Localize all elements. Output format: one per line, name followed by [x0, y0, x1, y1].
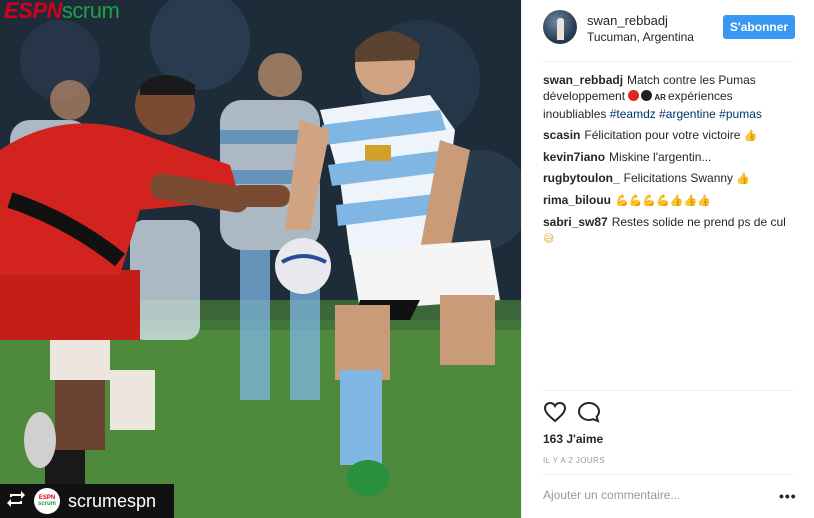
comment-text: Felicitations Swanny — [623, 171, 734, 185]
instagram-post: ESPNscrum ESPN scrum scrumespn swan_rebb… — [0, 0, 814, 518]
rugby-scene — [0, 0, 521, 518]
header-location[interactable]: Tucuman, Argentina — [587, 30, 694, 44]
repost-logo-scrum: scrum — [37, 501, 56, 507]
follow-button[interactable]: S'abonner — [723, 15, 795, 39]
hashtag-pumas[interactable]: #pumas — [719, 107, 762, 121]
comment-username[interactable]: sabri_sw87 — [543, 215, 608, 229]
thumbs-up-icon: 👍 — [736, 173, 751, 185]
repost-banner[interactable]: ESPN scrum scrumespn — [0, 484, 174, 518]
comment-text: Restes solide ne prend ps de cul — [611, 215, 786, 229]
comment-username[interactable]: kevin7iano — [543, 150, 605, 164]
comment-text: Félicitation pour votre victoire — [584, 128, 741, 142]
hashtag-argentine[interactable]: #argentine — [659, 107, 716, 121]
compose-divider — [543, 474, 793, 475]
black-circle-icon — [641, 90, 653, 101]
flexed-biceps-icons: 💪💪💪💪👍👍👍 — [615, 195, 711, 207]
comment-text: Miskine l'argentin... — [609, 150, 712, 164]
hashtag-teamdz[interactable]: #teamdz — [610, 107, 656, 121]
actions-divider — [543, 390, 793, 391]
post-side-panel: swan_rebbadj Tucuman, Argentina S'abonne… — [521, 0, 814, 518]
comment-list: swan_rebbadj Match contre les Pumas dével… — [543, 72, 799, 252]
red-circle-icon — [628, 90, 640, 101]
brand-espn-text: ESPN — [4, 0, 62, 23]
comment-username[interactable]: rima_bilouu — [543, 193, 611, 207]
comment-item: kevin7iano Miskine l'argentin... — [543, 149, 799, 165]
comment-username[interactable]: rugbytoulon_ — [543, 171, 620, 185]
repost-account-name[interactable]: scrumespn — [68, 491, 156, 512]
comment-username[interactable]: scasin — [543, 128, 580, 142]
comment-icon[interactable] — [577, 401, 601, 423]
more-options-icon[interactable]: ••• — [779, 488, 797, 504]
post-header: swan_rebbadj Tucuman, Argentina S'abonne… — [522, 0, 814, 62]
header-divider — [543, 61, 793, 62]
brand-scrum-text: scrum — [61, 0, 120, 23]
thumbs-up-icon: 👍 — [743, 130, 758, 142]
caption: swan_rebbadj Match contre les Pumas dével… — [543, 72, 799, 122]
add-comment-input[interactable] — [543, 486, 763, 504]
comment-item: scasin Félicitation pour votre victoire 👍 — [543, 127, 799, 144]
argentina-flag-icon: AR — [654, 93, 666, 102]
post-photo[interactable]: ESPNscrum ESPN scrum scrumespn — [0, 0, 521, 518]
heart-icon[interactable] — [543, 401, 567, 423]
header-username[interactable]: swan_rebbadj — [587, 13, 668, 28]
repost-avatar-logo: ESPN scrum — [34, 488, 60, 514]
comment-item: rima_bilouu 💪💪💪💪👍👍👍 — [543, 192, 799, 209]
repost-icon — [6, 490, 26, 512]
comment-item: rugbytoulon_ Felicitations Swanny 👍 — [543, 170, 799, 187]
comment-item: sabri_sw87 Restes solide ne prend ps de c… — [543, 214, 799, 247]
like-count[interactable]: 163 J'aime — [543, 432, 603, 446]
avatar[interactable] — [543, 10, 577, 44]
post-timestamp[interactable]: IL Y A 2 JOURS — [543, 456, 605, 465]
sweat-smile-icon: 😅 — [543, 233, 555, 245]
caption-username[interactable]: swan_rebbadj — [543, 73, 623, 87]
espn-scrum-logo: ESPNscrum — [4, 0, 120, 24]
